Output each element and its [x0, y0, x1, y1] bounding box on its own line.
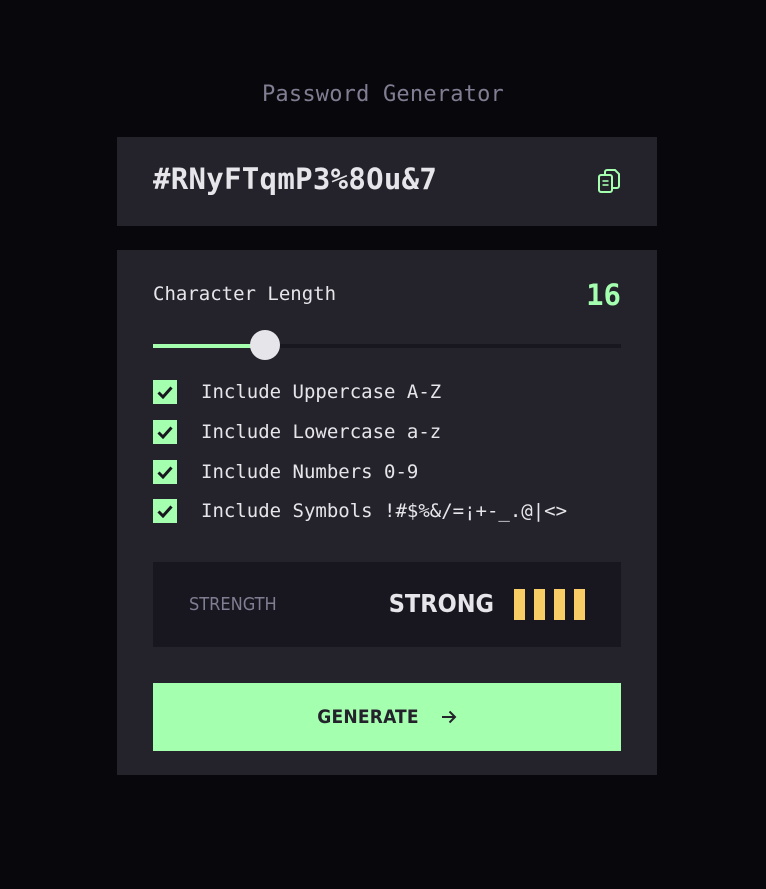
copy-icon [598, 169, 620, 193]
symbols-checkbox[interactable] [153, 499, 177, 523]
app-title: Password Generator [261, 82, 504, 107]
check-icon [157, 504, 173, 518]
check-icon [157, 385, 173, 399]
uppercase-label: Include Uppercase A-Z [201, 381, 442, 403]
length-label: Character Length [153, 283, 337, 305]
strength-label: STRENGTH [189, 594, 277, 615]
arrow-right-icon [441, 710, 457, 724]
uppercase-checkbox[interactable] [153, 380, 177, 404]
symbols-label: Include Symbols !#$%&/=¡+-_.@|<> [201, 500, 568, 522]
settings-panel: Character Length 16 Include Uppercase A-… [117, 250, 657, 775]
numbers-checkbox[interactable] [153, 460, 177, 484]
check-icon [157, 465, 173, 479]
option-numbers[interactable]: Include Numbers 0-9 [153, 460, 418, 484]
lowercase-label: Include Lowercase a-z [201, 421, 442, 443]
strength-bar [514, 589, 525, 620]
slider-fill [153, 344, 266, 348]
generate-button[interactable]: GENERATE [153, 683, 621, 751]
strength-meter: STRENGTH STRONG [153, 562, 621, 647]
lowercase-checkbox[interactable] [153, 420, 177, 444]
check-icon [157, 425, 173, 439]
numbers-label: Include Numbers 0-9 [201, 461, 419, 483]
generate-label: GENERATE [317, 706, 419, 728]
length-value: 16 [586, 278, 621, 312]
strength-value: STRONG [388, 589, 494, 618]
strength-bar [534, 589, 545, 620]
password-display: #RNyFTqmP3%8Ou&7 [117, 137, 657, 226]
option-symbols[interactable]: Include Symbols !#$%&/=¡+-_.@|<> [153, 499, 567, 523]
option-uppercase[interactable]: Include Uppercase A-Z [153, 380, 441, 404]
option-lowercase[interactable]: Include Lowercase a-z [153, 420, 441, 444]
length-slider[interactable] [153, 330, 621, 360]
slider-thumb[interactable] [250, 330, 281, 360]
copy-button[interactable] [597, 168, 621, 194]
strength-bar [554, 589, 565, 620]
strength-bars [514, 589, 585, 620]
strength-bar [574, 589, 585, 620]
password-text: #RNyFTqmP3%8Ou&7 [153, 162, 438, 196]
